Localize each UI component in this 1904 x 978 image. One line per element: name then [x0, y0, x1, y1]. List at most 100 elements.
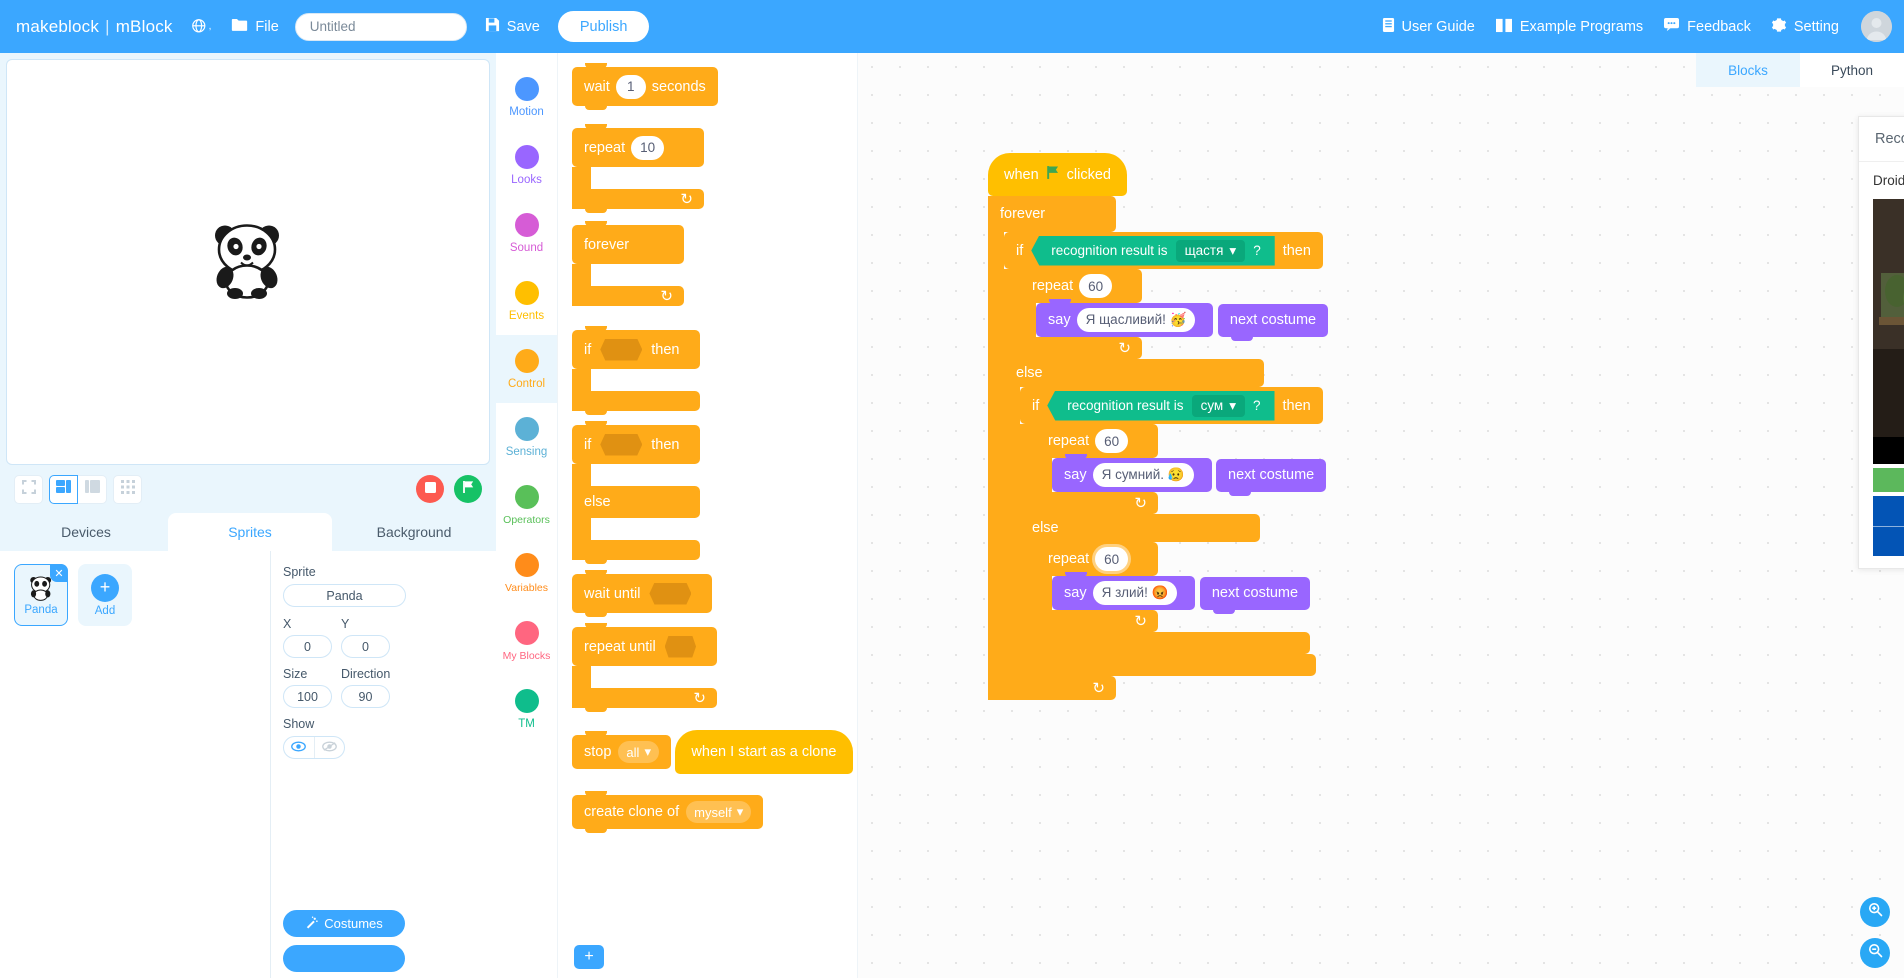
block-repeat-1[interactable]: repeat 60 sa — [1020, 269, 1328, 359]
repeat-count-input-2[interactable]: 60 — [1095, 429, 1128, 453]
palette-block-repeat-until[interactable]: repeat until ↻ — [572, 627, 857, 708]
say-text-input-2[interactable]: Я сумний. 😥 — [1093, 463, 1194, 487]
clone-target-dropdown[interactable]: myself ▾ — [686, 801, 751, 823]
block-when-flag-clicked[interactable]: when clicked — [988, 153, 1127, 196]
palette-block-when-clone[interactable]: when I start as a clone — [675, 730, 852, 774]
y-input[interactable] — [341, 635, 390, 658]
block-repeat-3[interactable]: repeat 60 — [1036, 542, 1310, 632]
condition-slot[interactable] — [665, 636, 696, 658]
category-control[interactable]: Control — [496, 335, 557, 403]
repeat-count-input-3[interactable]: 60 — [1095, 547, 1128, 571]
block-say-3[interactable]: say Я злий! 😡 — [1052, 576, 1195, 610]
category-motion[interactable]: Motion — [496, 63, 557, 131]
example-programs-button[interactable]: Example Programs — [1495, 17, 1643, 37]
stop-option-dropdown[interactable]: all ▾ — [618, 741, 659, 763]
script-canvas[interactable]: Blocks Python </> when clicked forever — [858, 53, 1904, 978]
sprite-card-panda[interactable]: ✕ Panda — [14, 564, 68, 626]
block-repeat-2[interactable]: repeat 60 — [1036, 424, 1326, 514]
script-stack[interactable]: when clicked forever if — [988, 153, 1328, 700]
block-next-costume-1[interactable]: next costume — [1218, 304, 1328, 337]
layout-small-stage-button[interactable] — [78, 475, 107, 504]
palette-block-wait-until[interactable]: wait until — [572, 574, 712, 613]
recognition-window[interactable]: Recognition Window ⌄ ✕ DroidCam Source 3… — [1858, 116, 1904, 569]
block-next-costume-2[interactable]: next costume — [1216, 459, 1326, 492]
category-my-blocks[interactable]: My Blocks — [496, 607, 557, 675]
wait-seconds-input[interactable]: 1 — [616, 75, 646, 99]
palette-block-wait[interactable]: wait 1 seconds — [572, 67, 718, 106]
panda-sprite[interactable] — [205, 220, 291, 305]
category-tm[interactable]: TM — [496, 675, 557, 743]
costumes-button[interactable]: Costumes — [283, 910, 405, 937]
condition-slot[interactable] — [649, 583, 691, 605]
user-guide-button[interactable]: User Guide — [1382, 17, 1475, 37]
green-flag-button[interactable] — [454, 475, 482, 503]
file-menu[interactable]: File — [231, 17, 278, 36]
project-name-input[interactable] — [295, 13, 467, 41]
palette-block-if-then[interactable]: if then — [572, 330, 857, 411]
sprite-add-button[interactable]: + Add — [78, 564, 132, 626]
repeat-count-input-1[interactable]: 60 — [1079, 274, 1112, 298]
stop-button[interactable] — [416, 475, 444, 503]
block-say-2[interactable]: say Я сумний. 😥 — [1052, 458, 1212, 492]
secondary-costume-button[interactable] — [283, 945, 405, 972]
sprite-name-input[interactable] — [283, 584, 406, 607]
block-if-else-outer[interactable]: if recognition result is щастя ▾ ? t — [1004, 232, 1328, 676]
say-text-input-3[interactable]: Я злий! 😡 — [1093, 581, 1178, 605]
palette-block-stop[interactable]: stop all ▾ — [572, 735, 671, 769]
tab-background[interactable]: Background — [332, 513, 496, 551]
close-icon[interactable]: ✕ — [50, 564, 68, 582]
zoom-in-button[interactable] — [1860, 897, 1890, 927]
category-dot — [515, 553, 539, 577]
x-input[interactable] — [283, 635, 332, 658]
condition-recognition-1[interactable]: recognition result is щастя ▾ ? — [1031, 236, 1274, 266]
category-sound[interactable]: Sound — [496, 199, 557, 267]
tab-blocks[interactable]: Blocks — [1696, 53, 1800, 87]
say-text-input-1[interactable]: Я щасливий! 🥳 — [1077, 308, 1196, 332]
repeat-count-input[interactable]: 10 — [631, 136, 664, 160]
feedback-button[interactable]: Feedback — [1663, 17, 1751, 36]
sprite-add-label: Add — [95, 605, 115, 617]
recognition-option-dropdown-2[interactable]: сум ▾ — [1192, 395, 1245, 417]
block-next-costume-3[interactable]: next costume — [1200, 577, 1310, 610]
category-variables[interactable]: Variables — [496, 539, 557, 607]
show-off-button[interactable] — [314, 737, 345, 758]
grid-view-button[interactable] — [113, 475, 142, 504]
if-label: if — [1016, 243, 1023, 259]
category-dot — [515, 621, 539, 645]
avatar[interactable] — [1861, 11, 1892, 42]
camera-source-select[interactable]: DroidCam Source 3 ⌄ — [1859, 162, 1904, 199]
block-palette[interactable]: wait 1 seconds repeat 10 ↻ forever ↻ — [558, 53, 858, 978]
condition-slot[interactable] — [600, 339, 642, 361]
direction-input[interactable] — [341, 685, 390, 708]
publish-button[interactable]: Publish — [558, 11, 650, 42]
layout-large-stage-button[interactable] — [49, 475, 78, 504]
block-if-else-inner[interactable]: if recognition result is сум ▾ — [1020, 387, 1326, 654]
palette-block-repeat[interactable]: repeat 10 ↻ — [572, 128, 857, 209]
condition-recognition-2[interactable]: recognition result is сум ▾ ? — [1047, 391, 1274, 421]
condition-slot[interactable] — [600, 434, 642, 456]
recognition-option-dropdown-1[interactable]: щастя ▾ — [1176, 240, 1246, 262]
category-looks[interactable]: Looks — [496, 131, 557, 199]
stage[interactable] — [6, 59, 490, 465]
tab-devices[interactable]: Devices — [4, 513, 168, 551]
globe-icon[interactable]: , — [191, 18, 212, 35]
setting-button[interactable]: Setting — [1771, 17, 1839, 37]
palette-block-create-clone[interactable]: create clone of myself ▾ — [572, 795, 763, 829]
add-extension-button[interactable]: + — [574, 945, 604, 969]
block-say-1[interactable]: say Я щасливий! 🥳 — [1036, 303, 1213, 337]
tab-python[interactable]: Python — [1800, 53, 1904, 87]
block-forever[interactable]: forever if recognition result is — [988, 196, 1328, 700]
fullscreen-button[interactable] — [14, 475, 43, 504]
palette-block-if-else[interactable]: if then else — [572, 425, 857, 560]
save-button[interactable]: Save — [485, 17, 540, 36]
category-sensing[interactable]: Sensing — [496, 403, 557, 471]
size-input[interactable] — [283, 685, 332, 708]
category-events[interactable]: Events — [496, 267, 557, 335]
zoom-out-button[interactable] — [1860, 938, 1890, 968]
show-on-button[interactable] — [284, 737, 314, 758]
palette-block-forever[interactable]: forever ↻ — [572, 225, 857, 306]
tab-sprites[interactable]: Sprites — [168, 513, 332, 551]
next-costume-label: next costume — [1230, 312, 1316, 328]
brand-makeblock: makeblock — [16, 17, 99, 36]
category-operators[interactable]: Operators — [496, 471, 557, 539]
